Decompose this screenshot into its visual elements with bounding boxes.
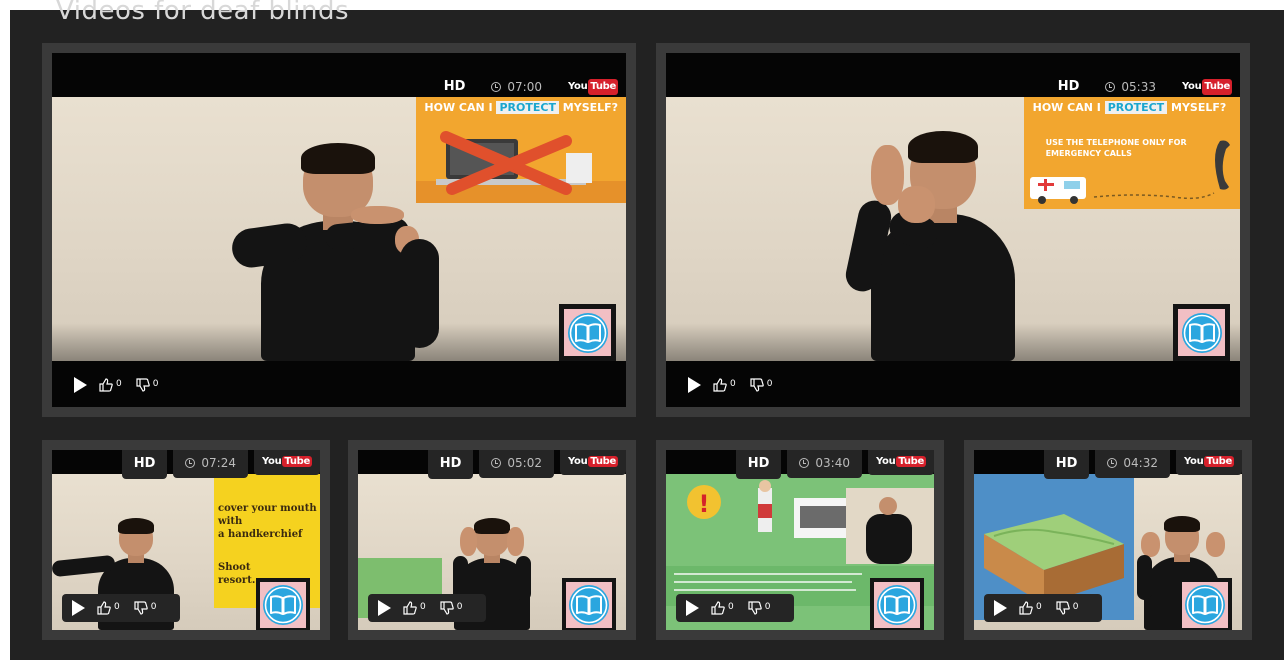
open-book-icon: [263, 585, 303, 625]
dislike-button[interactable]: 0: [750, 378, 772, 392]
thumbs-up-icon: [97, 601, 111, 615]
player-controls: 0 0: [62, 594, 181, 622]
clock-icon: [1107, 458, 1118, 468]
play-icon[interactable]: [688, 377, 701, 393]
sign-language-signer: [228, 143, 448, 361]
ambulance-phone-illustration: [1030, 140, 1230, 204]
video-info-bar: HD 07:00 You Tube: [438, 53, 618, 95]
play-icon[interactable]: [686, 600, 699, 616]
player-controls: 0 0: [984, 594, 1103, 622]
play-icon[interactable]: [994, 600, 1007, 616]
youtube-logo[interactable]: You Tube: [1182, 79, 1232, 95]
dislike-button[interactable]: 0: [1056, 601, 1078, 615]
thumbs-down-icon: [748, 601, 762, 615]
youtube-logo[interactable]: You Tube: [1175, 450, 1242, 475]
youtube-logo[interactable]: You Tube: [559, 450, 626, 475]
thumbs-down-icon: [134, 601, 148, 615]
video-player[interactable]: HOW CAN I PROTECT MYSELF? HD 07:00 You T…: [52, 53, 626, 407]
thumbs-up-icon: [1019, 601, 1033, 615]
duration: 05:33: [1105, 79, 1156, 95]
video-info-bar: HD 04:32 You Tube: [1043, 450, 1242, 479]
video-info-bar: HD 03:40 You Tube: [735, 450, 934, 479]
play-icon[interactable]: [74, 377, 87, 393]
svg-text:!: !: [699, 490, 710, 518]
clock-icon: [185, 458, 196, 468]
hd-badge: HD: [427, 450, 474, 479]
hd-badge: HD: [1043, 450, 1090, 479]
open-book-icon: [1185, 585, 1225, 625]
thumbs-up-icon: [713, 378, 727, 392]
youtube-logo[interactable]: You Tube: [568, 79, 618, 95]
clock-icon: [491, 458, 502, 468]
duration: 07:24: [173, 450, 248, 478]
thumbs-down-icon: [440, 601, 454, 615]
play-icon[interactable]: [72, 600, 85, 616]
youtube-logo[interactable]: You Tube: [867, 450, 934, 475]
player-controls: 0 0: [368, 594, 487, 622]
video-card-1[interactable]: HOW CAN I PROTECT MYSELF? HD 07:00 You T…: [42, 43, 636, 417]
dislike-button[interactable]: 0: [440, 601, 462, 615]
sign-language-signer: [840, 131, 1046, 361]
dislike-button[interactable]: 0: [748, 601, 770, 615]
hd-badge: HD: [735, 450, 782, 479]
clock-icon: [799, 458, 810, 468]
video-player[interactable]: HD 05:02 You Tube 0 0: [358, 450, 626, 630]
open-book-icon: [567, 312, 608, 353]
video-card-4[interactable]: HD 05:02 You Tube 0 0: [348, 440, 636, 640]
duration: 05:02: [479, 450, 554, 478]
thumbs-up-icon: [711, 601, 725, 615]
duration: 03:40: [787, 450, 862, 478]
like-button[interactable]: 0: [99, 378, 122, 392]
video-card-3[interactable]: cover your mouth with a handkerchief Sho…: [42, 440, 330, 640]
like-button[interactable]: 0: [711, 601, 734, 615]
video-thumbnail: HOW CAN I PROTECT MYSELF?: [52, 97, 626, 361]
like-button[interactable]: 0: [403, 601, 426, 615]
open-book-button[interactable]: [256, 578, 310, 630]
dislike-button[interactable]: 0: [134, 601, 156, 615]
video-info-bar: HD 05:02 You Tube: [427, 450, 626, 479]
thumbs-down-icon: [1056, 601, 1070, 615]
open-book-icon: [569, 585, 609, 625]
open-book-button[interactable]: [559, 304, 616, 361]
video-player[interactable]: HD 04:32 You Tube 0 0: [974, 450, 1242, 630]
hd-badge: HD: [443, 79, 466, 94]
youtube-logo[interactable]: You Tube: [253, 450, 320, 475]
open-book-icon: [877, 585, 917, 625]
duration: 07:00: [491, 79, 542, 95]
video-card-6[interactable]: HD 04:32 You Tube 0 0: [964, 440, 1252, 640]
video-player[interactable]: cover your mouth with a handkerchief Sho…: [52, 450, 320, 630]
video-player[interactable]: ! HD 03:40 You Tube 0 0: [666, 450, 934, 630]
clock-icon: [1105, 82, 1116, 92]
video-info-bar: HD 05:33 You Tube: [1052, 53, 1232, 95]
clock-icon: [491, 82, 502, 92]
open-book-button[interactable]: [562, 578, 616, 630]
player-controls: 0 0: [688, 377, 786, 393]
thumbs-down-icon: [136, 378, 150, 392]
video-info-bar: HD 07:24 You Tube: [121, 450, 320, 479]
hd-badge: HD: [1057, 79, 1080, 94]
thumbs-up-icon: [403, 601, 417, 615]
dislike-button[interactable]: 0: [136, 378, 158, 392]
thumbs-up-icon: [99, 378, 113, 392]
player-controls: 0 0: [676, 594, 795, 622]
thumbs-down-icon: [750, 378, 764, 392]
like-button[interactable]: 0: [1019, 601, 1042, 615]
open-book-button[interactable]: [1173, 304, 1230, 361]
video-card-2[interactable]: HOW CAN I PROTECT MYSELF? USE THE TELEPH…: [656, 43, 1250, 417]
like-button[interactable]: 0: [713, 378, 736, 392]
duration: 04:32: [1095, 450, 1170, 478]
section-title: Videos for deaf blinds: [56, 0, 350, 26]
open-book-icon: [1181, 312, 1222, 353]
video-thumbnail: HOW CAN I PROTECT MYSELF? USE THE TELEPH…: [666, 97, 1240, 361]
video-player[interactable]: HOW CAN I PROTECT MYSELF? USE THE TELEPH…: [666, 53, 1240, 407]
info-board: HOW CAN I PROTECT MYSELF? USE THE TELEPH…: [1024, 97, 1240, 209]
play-icon[interactable]: [378, 600, 391, 616]
player-controls: 0 0: [74, 377, 172, 393]
video-card-5[interactable]: ! HD 03:40 You Tube 0 0: [656, 440, 944, 640]
open-book-button[interactable]: [1178, 578, 1232, 630]
videos-panel: Videos for deaf blinds HOW CAN I PROTECT…: [10, 0, 1284, 660]
like-button[interactable]: 0: [97, 601, 120, 615]
hd-badge: HD: [121, 450, 168, 479]
open-book-button[interactable]: [870, 578, 924, 630]
